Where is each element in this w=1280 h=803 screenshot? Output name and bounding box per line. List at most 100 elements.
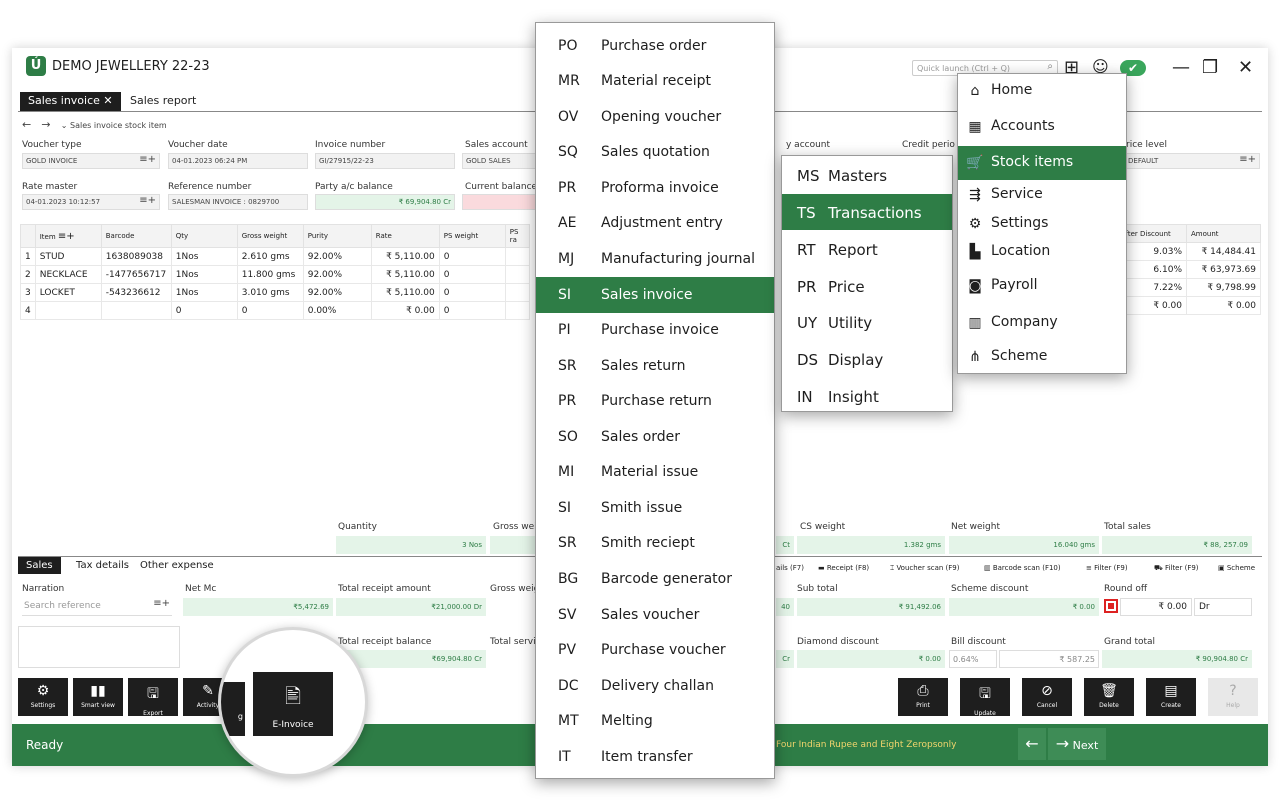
bill-discount-value[interactable]: ₹ 587.25 — [999, 650, 1099, 668]
next-button[interactable]: → Next — [1048, 728, 1106, 760]
tab-sales[interactable]: Sales — [18, 557, 61, 574]
list-add-icon[interactable]: ≡+ — [1239, 154, 1256, 165]
menu-item-manufacturing-journal[interactable]: MJ Manufacturing journal — [536, 241, 774, 277]
menu-item-item-transfer[interactable]: IT Item transfer — [536, 739, 774, 775]
voucher-scan-shortcut[interactable]: ⌶ Voucher scan (F9) — [890, 564, 960, 573]
table-cell[interactable]: ₹ 14,484.41 — [1186, 242, 1261, 261]
table-cell[interactable]: ₹ 0.00 — [1186, 296, 1261, 315]
round-off-value[interactable]: ₹ 0.00 — [1120, 598, 1192, 616]
tab-tax-details[interactable]: Tax details — [68, 557, 137, 574]
e-invoice-button[interactable]: 🖹 E-Invoice — [253, 672, 333, 736]
sales-account-field[interactable]: GOLD SALES — [462, 153, 537, 169]
table-cell[interactable]: 1Nos — [170, 247, 238, 266]
table-cell[interactable]: 0 — [438, 265, 506, 284]
table-cell[interactable]: 92.00% — [302, 283, 372, 302]
tab-other-expense[interactable]: Other expense — [132, 557, 222, 574]
table-cell[interactable]: NECKLACE — [34, 265, 102, 284]
table-cell[interactable]: 0 — [438, 283, 506, 302]
search-reference-input[interactable]: Search reference ≡+ — [22, 598, 172, 616]
menu-item-sales-invoice[interactable]: SI Sales invoice — [536, 277, 774, 313]
table-cell[interactable] — [100, 301, 172, 320]
menu-item-insight[interactable]: IN Insight — [782, 378, 952, 414]
activity-button-partial[interactable]: g — [221, 682, 245, 736]
table-cell[interactable]: 0 — [236, 301, 304, 320]
menu-item-stock-items[interactable]: 🛒 Stock items — [958, 146, 1126, 180]
menu-item-payroll[interactable]: ◙ Payroll — [958, 269, 1126, 303]
menu-item-purchase-invoice[interactable]: PI Purchase invoice — [536, 312, 774, 348]
table-row[interactable]: 6.10% ₹ 63,973.69 — [1116, 260, 1261, 279]
table-cell[interactable]: 11.800 gms — [236, 265, 304, 284]
table-cell[interactable]: 2.610 gms — [236, 247, 304, 266]
table-cell[interactable]: ₹ 5,110.00 — [370, 265, 440, 284]
back-arrow-icon[interactable]: ← — [1018, 728, 1046, 760]
filter-truck-shortcut[interactable]: ⛟ Filter (F9) — [1154, 564, 1199, 573]
menu-item-accounts[interactable]: ▦ Accounts — [958, 110, 1126, 144]
table-cell[interactable]: ₹ 5,110.00 — [370, 283, 440, 302]
menu-item-display[interactable]: DS Display — [782, 341, 952, 377]
table-cell[interactable]: 7.22% — [1116, 278, 1187, 297]
price-level-field[interactable]: DEFAULT ≡+ — [1124, 153, 1260, 169]
menu-item-melting[interactable]: MT Melting — [536, 703, 774, 739]
table-cell[interactable]: 0 — [438, 247, 506, 266]
menu-item-sales-voucher[interactable]: SV Sales voucher — [536, 597, 774, 633]
menu-item-transactions[interactable]: TS Transactions — [782, 194, 952, 230]
bill-discount-percent[interactable]: 0.64% — [949, 650, 997, 668]
filter-shortcut[interactable]: ≡ Filter (F9) — [1086, 564, 1128, 572]
delete-button[interactable]: 🗑 Delete — [1084, 678, 1134, 716]
table-row[interactable]: 7.22% ₹ 9,798.99 — [1116, 278, 1261, 297]
tab-sales-invoice[interactable]: Sales invoice ✕ — [20, 92, 121, 111]
table-cell[interactable]: ₹ 5,110.00 — [370, 247, 440, 266]
menu-item-purchase-voucher[interactable]: PV Purchase voucher — [536, 632, 774, 668]
table-cell[interactable] — [34, 301, 102, 320]
list-add-icon[interactable]: ≡+ — [153, 598, 170, 609]
table-cell[interactable]: -543236612 — [100, 283, 172, 302]
table-cell[interactable]: 9.03% — [1116, 242, 1187, 261]
minimize-icon[interactable]: — — [1172, 57, 1190, 78]
table-cell[interactable]: ₹ 63,973.69 — [1186, 260, 1261, 279]
back-arrow-icon[interactable]: ← — [22, 118, 31, 131]
menu-item-sales-return[interactable]: SR Sales return — [536, 348, 774, 384]
table-row[interactable]: 2 NECKLACE -1477656717 1Nos 11.800 gms 9… — [20, 265, 530, 284]
table-cell[interactable]: 6.10% — [1116, 260, 1187, 279]
table-cell[interactable]: 0 — [438, 301, 506, 320]
cancel-button[interactable]: ⊘ Cancel — [1022, 678, 1072, 716]
close-icon[interactable]: ✕ — [1238, 57, 1253, 78]
table-cell[interactable]: STUD — [34, 247, 102, 266]
menu-item-report[interactable]: RT Report — [782, 231, 952, 267]
update-button[interactable]: 🖫 Update — [960, 678, 1010, 717]
voucher-type-field[interactable]: GOLD INVOICE ≡+ — [22, 153, 160, 169]
table-cell[interactable]: 0 — [170, 301, 238, 320]
forward-arrow-icon[interactable]: → — [41, 118, 50, 131]
table-row[interactable]: 1 STUD 1638089038 1Nos 2.610 gms 92.00% … — [20, 247, 530, 266]
list-add-icon[interactable]: ≡+ — [139, 154, 156, 165]
voucher-date-field[interactable]: 04-01.2023 06:24 PM — [168, 153, 308, 169]
barcode-scan-shortcut[interactable]: ▥ Barcode scan (F10) — [984, 564, 1061, 572]
print-button[interactable]: ⎙ Print — [898, 678, 948, 716]
details-shortcut[interactable]: ails (F7) — [776, 564, 804, 572]
table-cell[interactable]: LOCKET — [34, 283, 102, 302]
export-button[interactable]: 🖫 Export — [128, 678, 178, 717]
invoice-number-field[interactable]: GI/27915/22-23 — [315, 153, 455, 169]
scheme-shortcut[interactable]: ▣ Scheme — [1218, 564, 1255, 572]
table-row[interactable]: ₹ 0.00 ₹ 0.00 — [1116, 296, 1261, 315]
menu-item-price[interactable]: PR Price — [782, 268, 952, 304]
menu-item-utility[interactable]: UY Utility — [782, 304, 952, 340]
table-cell[interactable]: ₹ 0.00 — [370, 301, 440, 320]
table-cell[interactable]: 1Nos — [170, 283, 238, 302]
menu-item-purchase-order[interactable]: PO Purchase order — [536, 28, 774, 64]
table-cell[interactable] — [504, 301, 530, 320]
table-cell[interactable]: ₹ 9,798.99 — [1186, 278, 1261, 297]
table-cell[interactable]: 1638089038 — [100, 247, 172, 266]
menu-item-sales-quotation[interactable]: SQ Sales quotation — [536, 134, 774, 170]
settings-button[interactable]: ⚙ Settings — [18, 678, 68, 716]
menu-item-delivery-challan[interactable]: DC Delivery challan — [536, 668, 774, 704]
menu-item-home[interactable]: ⌂ Home — [958, 74, 1126, 108]
tab-sales-report[interactable]: Sales report — [122, 92, 204, 111]
menu-item-smith-reciept[interactable]: SR Smith reciept — [536, 525, 774, 561]
table-cell[interactable] — [504, 247, 530, 266]
round-off-dr-select[interactable]: Dr — [1194, 598, 1252, 616]
narration-textarea[interactable] — [18, 626, 180, 668]
menu-item-smith-issue[interactable]: SI Smith issue — [536, 490, 774, 526]
list-add-icon[interactable]: ≡+ — [139, 195, 156, 206]
table-row[interactable]: 4 0 0 0.00% ₹ 0.00 0 — [20, 301, 530, 320]
